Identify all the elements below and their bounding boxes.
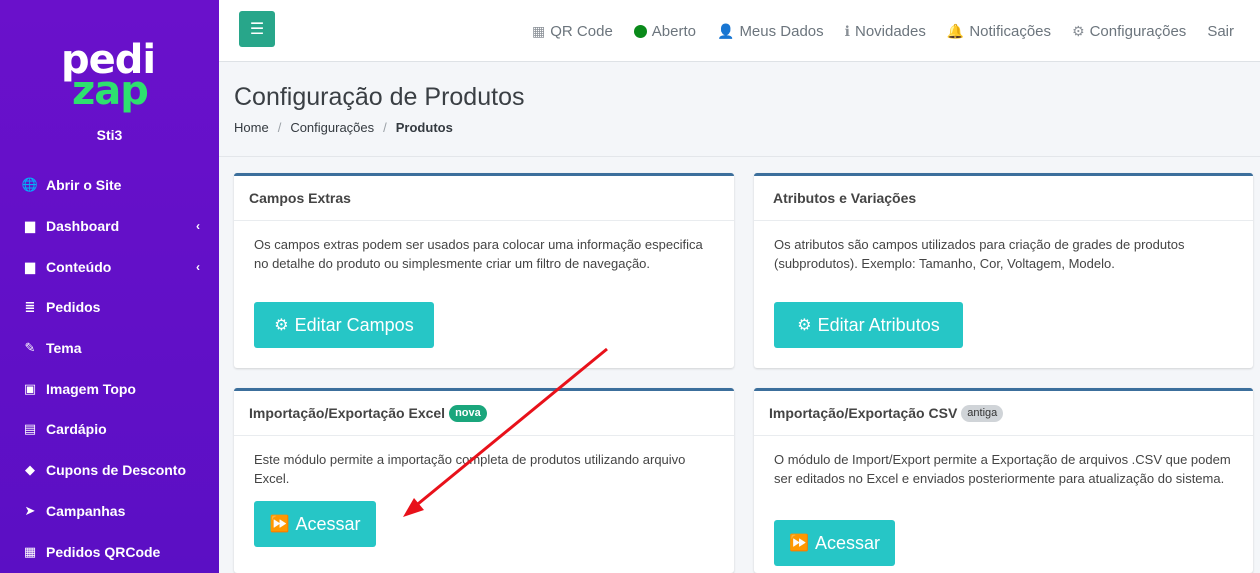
logo-bottom: zap: [72, 68, 149, 114]
sidebar-item-abrir-site[interactable]: 🌐 Abrir o Site: [0, 165, 219, 206]
notificacoes-label: Notificações: [969, 22, 1052, 40]
editar-campos-button[interactable]: ⚙ Editar Campos: [254, 302, 434, 348]
sidebar-item-label: Conteúdo: [46, 258, 112, 275]
card-header: Importação/Exportação Excel nova: [234, 391, 734, 436]
info-icon: ℹ: [844, 22, 850, 39]
store-status-link[interactable]: Aberto: [633, 22, 696, 40]
gear-icon: ⚙: [797, 317, 812, 334]
breadcrumb: Home / Configurações / Produtos: [234, 120, 453, 135]
card-title: Importação/Exportação CSV: [769, 405, 958, 421]
sair-label: Sair: [1207, 22, 1234, 40]
sidebar-item-label: Imagem Topo: [46, 380, 136, 397]
status-dot-icon: [633, 24, 647, 38]
breadcrumb-home[interactable]: Home: [234, 120, 269, 135]
orders-icon: ≣: [24, 299, 36, 315]
card-header: Importação/Exportação CSV antiga: [754, 391, 1253, 436]
globe-icon: 🌐: [21, 177, 39, 193]
novidades-link[interactable]: ℹ Novidades: [845, 23, 926, 40]
store-status-label: Aberto: [651, 22, 696, 40]
top-nav-links: ▦ QR Code Aberto 👤 Meus Dados ℹ Novidade…: [511, 0, 1234, 62]
hamburger-icon: ☰: [249, 21, 265, 38]
sidebar-item-conteudo[interactable]: ▆ Conteúdo ‹: [0, 246, 219, 287]
button-label: Editar Campos: [294, 314, 414, 335]
sidebar-item-cupons[interactable]: ◆ Cupons de Desconto: [0, 450, 219, 491]
configuracoes-link[interactable]: ⚙ Configurações: [1072, 23, 1186, 40]
header-divider: [219, 156, 1260, 157]
card-text: Os atributos são campos utilizados para …: [774, 237, 1185, 271]
breadcrumb-configuracoes[interactable]: Configurações: [290, 120, 374, 135]
sidebar-item-pedidos-qrcode[interactable]: ▦ Pedidos QRCode: [0, 531, 219, 572]
card-text: O módulo de Import/Export permite a Expo…: [774, 452, 1231, 486]
pedizap-logo[interactable]: pedi zap: [60, 40, 170, 116]
sidebar-item-pedidos[interactable]: ≣ Pedidos: [0, 287, 219, 328]
sidebar-item-label: Cupons de Desconto: [46, 462, 187, 479]
breadcrumb-separator: /: [383, 120, 387, 135]
qrcode-label: QR Code: [550, 22, 613, 40]
top-navbar: ☰ ▦ QR Code Aberto 👤 Meus Dados ℹ Novida…: [219, 0, 1260, 62]
sidebar-item-imagem-topo[interactable]: ▣ Imagem Topo: [0, 368, 219, 409]
breadcrumb-produtos: Produtos: [395, 120, 453, 135]
card-csv: Importação/Exportação CSV antiga O módul…: [754, 388, 1253, 573]
book-icon: ▤: [23, 421, 37, 437]
card-text: Este módulo permite a importação complet…: [254, 452, 686, 486]
sidebar-item-dashboard[interactable]: ▆ Dashboard ‹: [0, 206, 219, 247]
meus-dados-label: Meus Dados: [739, 22, 824, 40]
sidebar-menu: 🌐 Abrir o Site ▆ Dashboard ‹ ▆ Conteúdo …: [0, 165, 219, 572]
card-title: Atributos e Variações: [754, 176, 1253, 221]
fast-forward-icon: ⏩: [789, 535, 809, 552]
breadcrumb-separator: /: [277, 120, 282, 135]
chevron-left-icon: ‹: [196, 219, 200, 234]
fast-forward-icon: ⏩: [269, 516, 290, 533]
menu-toggle-button[interactable]: ☰: [239, 11, 275, 47]
sidebar-item-label: Cardápio: [46, 421, 107, 438]
store-name: Sti3: [96, 127, 123, 143]
image-icon: ▣: [23, 380, 37, 396]
qrcode-link[interactable]: ▦ QR Code: [532, 23, 613, 40]
card-text: Os campos extras podem ser usados para c…: [254, 237, 703, 271]
gear-icon: ⚙: [1072, 22, 1085, 39]
tags-icon: ◆: [25, 462, 35, 478]
configuracoes-label: Configurações: [1089, 22, 1187, 40]
paper-plane-icon: ➤: [24, 502, 36, 518]
button-label: Editar Atributos: [817, 314, 940, 335]
sidebar-item-label: Campanhas: [46, 502, 126, 519]
sidebar-item-tema[interactable]: ✎ Tema: [0, 328, 219, 369]
acessar-csv-button[interactable]: ⏩ Acessar: [774, 520, 895, 566]
card-excel: Importação/Exportação Excel nova Este mó…: [234, 388, 734, 573]
gear-icon: ⚙: [274, 317, 289, 334]
meus-dados-link[interactable]: 👤 Meus Dados: [717, 23, 824, 40]
old-badge: antiga: [961, 404, 1004, 422]
page-title: Configuração de Produtos: [234, 83, 525, 111]
brush-icon: ✎: [24, 340, 36, 356]
card-title: Importação/Exportação Excel: [249, 405, 446, 421]
bell-icon: 🔔: [946, 22, 965, 39]
new-badge: nova: [449, 404, 487, 422]
user-icon: 👤: [717, 22, 735, 39]
novidades-label: Novidades: [854, 22, 926, 40]
editar-atributos-button[interactable]: ⚙ Editar Atributos: [774, 302, 963, 348]
sidebar-item-label: Dashboard: [46, 218, 120, 235]
sidebar-item-label: Pedidos: [46, 299, 101, 316]
sidebar-item-label: Abrir o Site: [46, 177, 122, 194]
document-icon: ▆: [25, 218, 35, 234]
notificacoes-link[interactable]: 🔔 Notificações: [947, 23, 1051, 40]
acessar-excel-button[interactable]: ⏩ Acessar: [254, 501, 376, 547]
sidebar-item-label: Tema: [46, 340, 82, 357]
card-campos-extras: Campos Extras Os campos extras podem ser…: [234, 173, 734, 368]
sidebar-item-label: Pedidos QRCode: [46, 543, 161, 560]
qrcode-icon: ▦: [23, 543, 37, 559]
button-label: Acessar: [814, 532, 880, 553]
sidebar-item-campanhas[interactable]: ➤ Campanhas: [0, 491, 219, 532]
sidebar: pedi zap Sti3 🌐 Abrir o Site ▆ Dashboard…: [0, 0, 219, 573]
button-label: Acessar: [295, 513, 361, 534]
card-atributos-variacoes: Atributos e Variações Os atributos são c…: [754, 173, 1253, 368]
qrcode-icon: ▦: [532, 22, 546, 39]
sidebar-item-cardapio[interactable]: ▤ Cardápio: [0, 409, 219, 450]
sair-link[interactable]: Sair: [1207, 23, 1234, 40]
chevron-left-icon: ‹: [196, 259, 200, 274]
card-title: Campos Extras: [234, 176, 734, 221]
document-icon: ▆: [25, 258, 35, 274]
